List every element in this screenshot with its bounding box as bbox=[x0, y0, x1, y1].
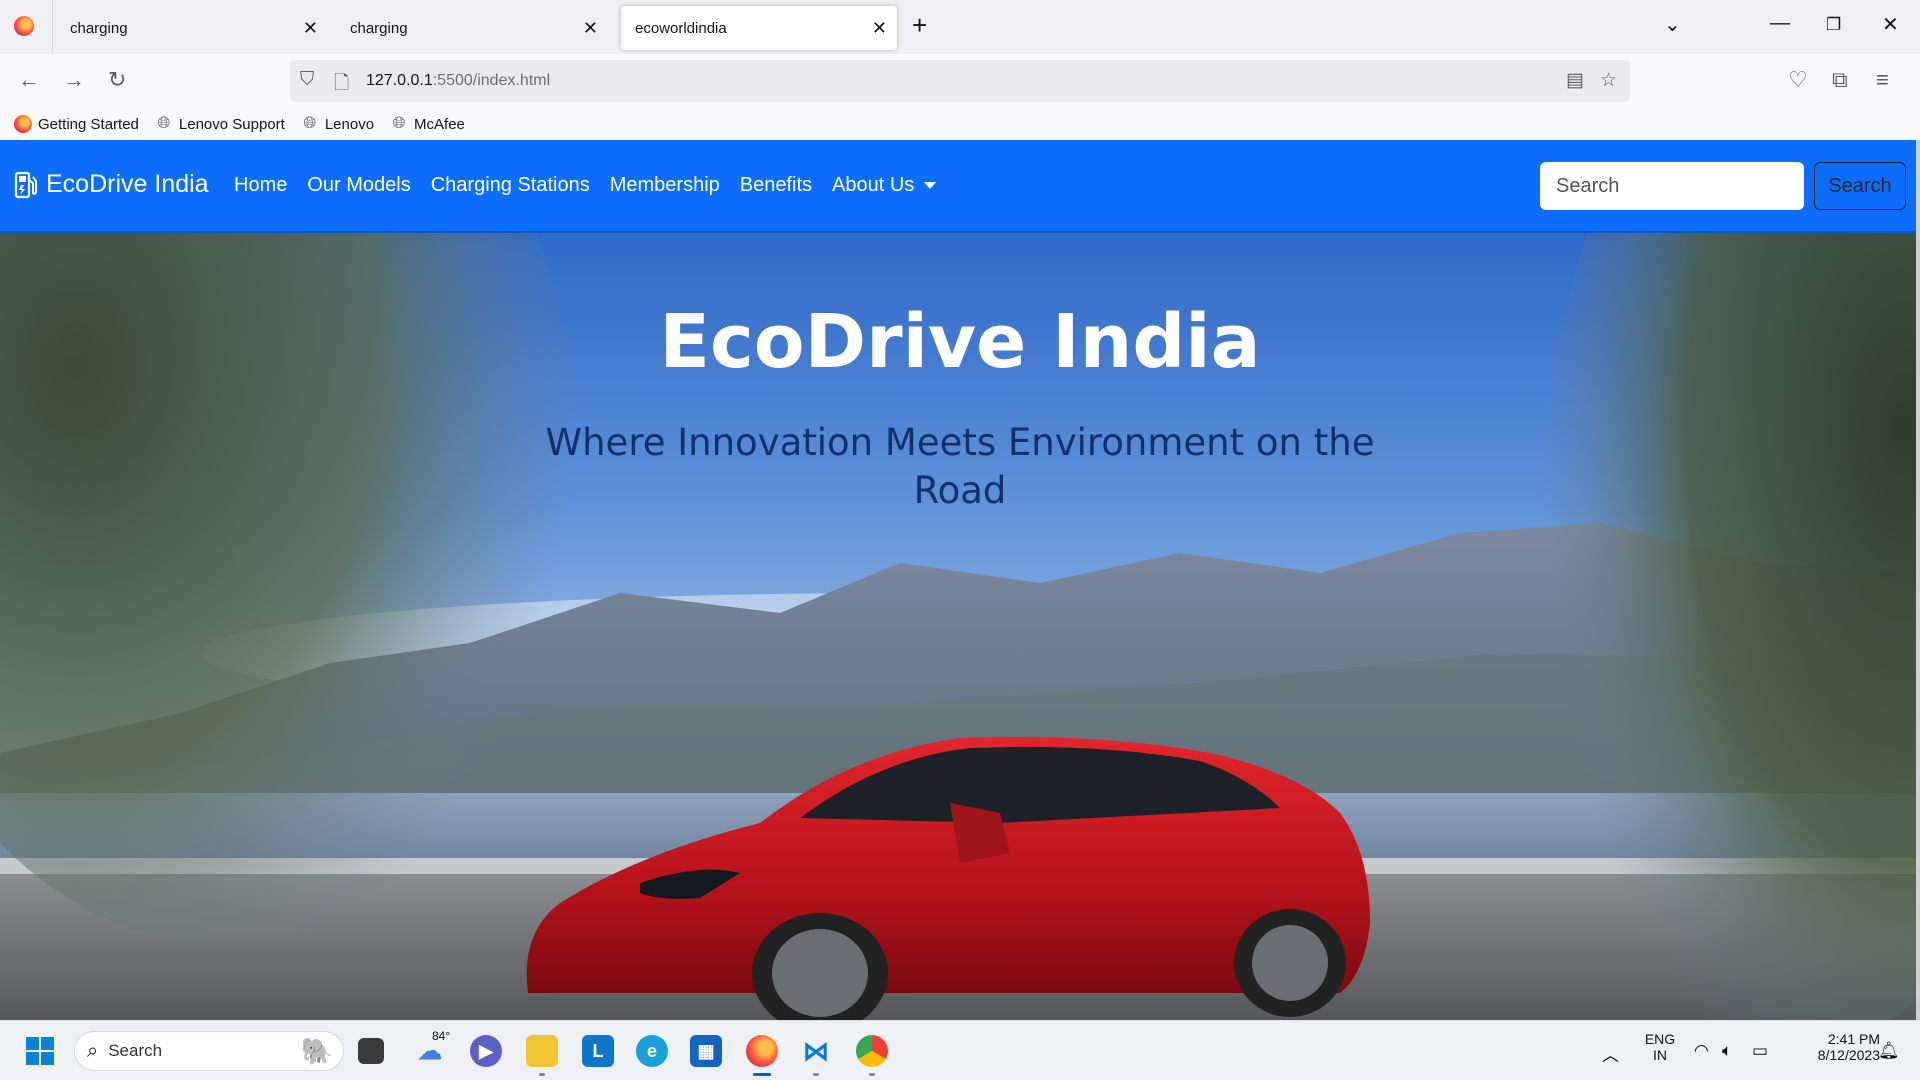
globe-icon: 🌐︎ bbox=[392, 115, 406, 132]
url-text: 127.0.0.1:5500/index.html bbox=[366, 72, 551, 89]
close-icon[interactable]: ✕ bbox=[303, 18, 318, 39]
star-icon[interactable]: ☆ bbox=[1600, 69, 1617, 92]
nav-benefits[interactable]: Benefits bbox=[740, 174, 812, 197]
close-icon[interactable]: ✕ bbox=[872, 18, 887, 39]
restore-icon[interactable]: ❐ bbox=[1826, 15, 1841, 35]
windows-logo bbox=[26, 1037, 54, 1065]
hero-title: EcoDrive India bbox=[659, 299, 1261, 385]
bookmark-lenovo-support[interactable]: 🌐︎ Lenovo Support bbox=[155, 115, 285, 133]
new-tab-plus-icon[interactable]: + bbox=[912, 10, 927, 41]
nav-our-models[interactable]: Our Models bbox=[307, 174, 410, 197]
running-indicator-active bbox=[753, 1073, 771, 1076]
nav-charging-stations[interactable]: Charging Stations bbox=[431, 174, 590, 197]
forward-arrow-icon[interactable]: → bbox=[63, 67, 85, 93]
windows-taskbar: ⌕ Search 🐘 ☁ 84° ▶ L e ▦ ⋈ ︿ ENG IN ◠ 🔈︎… bbox=[0, 1020, 1920, 1080]
taskbar-search[interactable]: ⌕ Search 🐘 bbox=[74, 1031, 344, 1071]
file-explorer-icon[interactable] bbox=[526, 1035, 558, 1067]
browser-tab-bar: charging ✕ charging ✕ ecoworldindia ✕ + … bbox=[0, 0, 1920, 54]
menu-icon[interactable]: ≡ bbox=[1876, 67, 1889, 93]
bookmark-label: Lenovo Support bbox=[178, 115, 285, 133]
clock-date: 8/12/2023 bbox=[1817, 1047, 1880, 1063]
pocket-icon[interactable]: ♡ bbox=[1788, 67, 1808, 93]
teams-chat-icon[interactable]: ▶ bbox=[470, 1035, 502, 1067]
nav-membership[interactable]: Membership bbox=[610, 174, 720, 197]
close-window-icon[interactable]: ✕ bbox=[1882, 12, 1899, 37]
task-view-icon[interactable] bbox=[358, 1038, 384, 1064]
caret-down-icon bbox=[924, 182, 937, 189]
language-code: ENG bbox=[1644, 1031, 1676, 1047]
search-input[interactable] bbox=[1540, 162, 1804, 210]
nav-home[interactable]: Home bbox=[234, 174, 287, 197]
firefox-icon[interactable] bbox=[14, 16, 34, 36]
nav-links: Home Our Models Charging Stations Member… bbox=[234, 174, 956, 197]
chrome-icon[interactable] bbox=[856, 1035, 888, 1067]
weather-temp: 84° bbox=[432, 1029, 451, 1043]
running-indicator bbox=[813, 1073, 819, 1076]
tab-separator bbox=[52, 0, 53, 54]
search-button[interactable]: Search bbox=[1814, 162, 1906, 210]
tab-ecoworldindia[interactable]: ecoworldindia ✕ bbox=[621, 6, 897, 50]
bookmark-label: Lenovo bbox=[324, 115, 375, 133]
brand-link[interactable]: EcoDrive India bbox=[14, 170, 209, 199]
back-arrow-icon[interactable]: ← bbox=[18, 67, 40, 93]
minimize-icon[interactable]: — bbox=[1770, 12, 1790, 35]
globe-icon: 🌐︎ bbox=[303, 115, 317, 132]
shield-icon[interactable]: ⛉ bbox=[300, 69, 314, 91]
show-hidden-icons-chevron-icon[interactable]: ︿ bbox=[1602, 1041, 1619, 1066]
notification-bell-icon[interactable]: 🔔︎ bbox=[1878, 1041, 1900, 1061]
clock-time: 2:41 PM bbox=[1827, 1031, 1880, 1047]
clock[interactable]: 2:41 PM 8/12/2023 bbox=[1790, 1031, 1880, 1063]
taskbar-search-label: Search bbox=[108, 1041, 163, 1060]
firefox-icon bbox=[14, 115, 32, 133]
tab-label: charging bbox=[70, 19, 128, 37]
tab-label: charging bbox=[350, 19, 408, 37]
firefox-taskbar-icon[interactable] bbox=[746, 1035, 778, 1067]
url-bar[interactable]: ⛉ 🗋 127.0.0.1:5500/index.html ▤ ☆ bbox=[290, 60, 1630, 102]
microsoft-store-icon[interactable]: ▦ bbox=[690, 1035, 722, 1067]
language-indicator[interactable]: ENG IN bbox=[1640, 1031, 1680, 1063]
bookmark-label: Getting Started bbox=[38, 115, 139, 133]
bookmark-lenovo[interactable]: 🌐︎ Lenovo bbox=[301, 115, 374, 133]
tab-charging-2[interactable]: charging ✕ bbox=[336, 6, 608, 50]
nav-about-us-label: About Us bbox=[832, 174, 915, 196]
extensions-icon[interactable]: ⧉ bbox=[1832, 67, 1848, 93]
brand-name: EcoDrive India bbox=[46, 170, 209, 198]
reader-view-icon[interactable]: ▤ bbox=[1566, 69, 1584, 92]
elephant-highlight-icon: 🐘 bbox=[300, 1036, 333, 1066]
windows-start-icon[interactable] bbox=[24, 1035, 56, 1067]
nav-about-us-dropdown[interactable]: About Us bbox=[832, 174, 937, 197]
tab-charging-1[interactable]: charging ✕ bbox=[56, 6, 328, 50]
ev-station-icon bbox=[14, 171, 37, 198]
wifi-icon[interactable]: ◠ bbox=[1694, 1041, 1709, 1061]
region-code: IN bbox=[1653, 1047, 1667, 1063]
volume-icon[interactable]: 🔈︎ bbox=[1722, 1041, 1732, 1061]
battery-icon[interactable]: ▭ bbox=[1752, 1041, 1768, 1061]
edge-icon[interactable]: e bbox=[636, 1035, 668, 1067]
vscode-icon[interactable]: ⋈ bbox=[800, 1035, 832, 1067]
hero-section: EcoDrive India Where Innovation Meets En… bbox=[0, 233, 1920, 1020]
l-app-icon[interactable]: L bbox=[582, 1035, 614, 1067]
bookmark-label: McAfee bbox=[414, 115, 465, 133]
list-all-tabs-chevron-icon[interactable]: ⌄ bbox=[1664, 12, 1681, 37]
search-icon: ⌕ bbox=[87, 1039, 99, 1062]
bookmark-mcafee[interactable]: 🌐︎ McAfee bbox=[390, 115, 465, 133]
running-indicator bbox=[539, 1073, 545, 1076]
bookmark-getting-started[interactable]: Getting Started bbox=[14, 115, 139, 133]
hero-subtitle: Where Innovation Meets Environment on th… bbox=[545, 421, 1375, 512]
bookmarks-toolbar: Getting Started 🌐︎ Lenovo Support 🌐︎ Len… bbox=[0, 108, 1920, 140]
globe-icon: 🌐︎ bbox=[157, 115, 171, 132]
reload-icon[interactable]: ↻ bbox=[108, 67, 126, 93]
tab-label: ecoworldindia bbox=[635, 19, 727, 37]
page-scrollbar[interactable] bbox=[1916, 140, 1920, 1020]
web-page: EcoDrive India Home Our Models Charging … bbox=[0, 140, 1920, 1020]
running-indicator bbox=[869, 1073, 875, 1076]
browser-toolbar: ← → ↻ ⛉ 🗋 127.0.0.1:5500/index.html ▤ ☆ … bbox=[0, 54, 1920, 108]
site-navbar: EcoDrive India Home Our Models Charging … bbox=[0, 140, 1920, 231]
close-icon[interactable]: ✕ bbox=[583, 18, 598, 39]
page-icon[interactable]: 🗋 bbox=[334, 69, 349, 101]
